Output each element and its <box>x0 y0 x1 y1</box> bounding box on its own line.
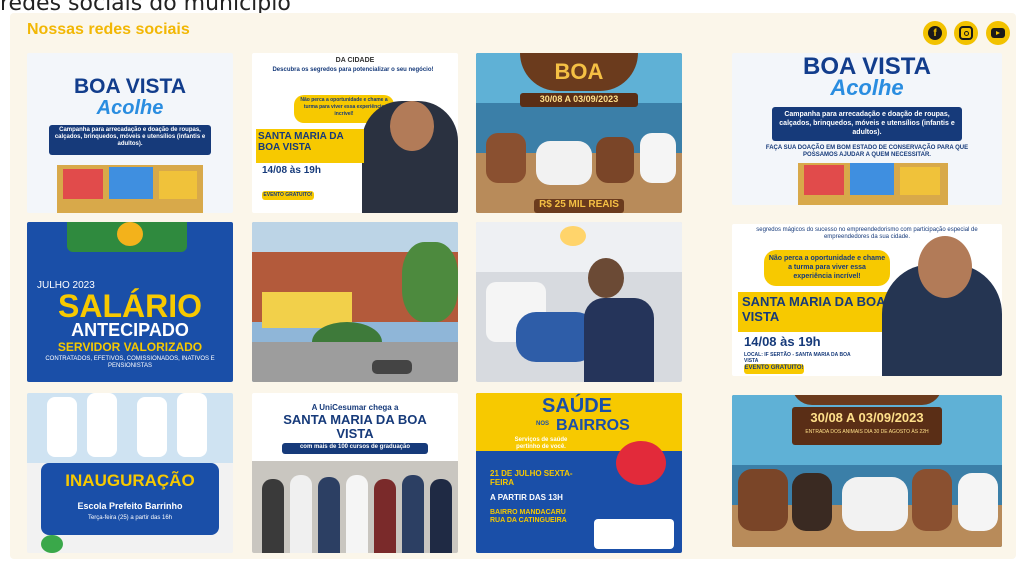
post-subtitle: Acolhe <box>96 97 164 119</box>
post-title: BOA <box>554 59 604 84</box>
post-boa-vista-acolhe-large[interactable]: BOA VISTA Acolhe Campanha para arrecadaç… <box>732 53 1002 205</box>
facebook-icon: f <box>928 26 942 40</box>
post-dates: 30/08 A 03/09/2023 <box>539 94 619 104</box>
post-kicker: DA CIDADE <box>335 57 375 64</box>
post-footer: FAÇA SUA DOAÇÃO EM BOM ESTADO DE CONSERV… <box>765 145 969 158</box>
post-inauguracao-escola[interactable]: INAUGURAÇÃO Escola Prefeito Barrinho Ter… <box>27 393 233 553</box>
post-subheadline: ANTECIPADO <box>71 320 189 340</box>
youtube-icon <box>991 28 1005 38</box>
post-subtitle: com mais de 100 cursos de graduação <box>299 444 411 450</box>
post-title-nos: NOS <box>536 421 550 427</box>
social-media-section: Nossas redes sociais f BOA VISTA Acolhe … <box>10 13 1016 559</box>
post-title: SAÚDE <box>542 395 613 417</box>
post-subtitle: ENTRADA DOS ANIMAIS DIA 30 DE AGOSTO ÀS … <box>805 429 929 435</box>
post-kicker: A UniCesumar chega a <box>311 403 399 412</box>
post-salario-antecipado[interactable]: JULHO 2023 SALÁRIO ANTECIPADO SERVIDOR V… <box>27 222 233 382</box>
post-city: SANTA MARIA DA BOA VISTA <box>283 412 427 441</box>
post-date: 14/08 às 19h <box>262 165 321 176</box>
section-title: Nossas redes sociais <box>27 21 190 38</box>
post-expo-boa-large[interactable]: 30/08 A 03/09/2023 ENTRADA DOS ANIMAIS D… <box>732 395 1002 547</box>
post-callout: Não perca a oportunidade e chame a turma… <box>768 255 886 280</box>
post-time: A PARTIR DAS 13H <box>490 493 563 502</box>
post-badge: EVENTO GRATUITO! <box>263 192 313 198</box>
post-place: BAIRRO MANDACARU RUA DA CATINGUEIRA <box>490 509 567 524</box>
post-empreendedorismo-event[interactable]: DA CIDADE Descubra os segredos para pote… <box>252 53 458 213</box>
post-title: INAUGURAÇÃO <box>65 471 195 490</box>
post-subtitle: Acolhe <box>830 75 904 100</box>
post-footer: CONTRATADOS, EFETIVOS, COMISSIONADOS, IN… <box>45 356 215 369</box>
instagram-link[interactable] <box>954 21 978 45</box>
post-city: SANTA MARIA DA BOA VISTA <box>742 294 885 324</box>
post-photo-dentist[interactable] <box>476 222 682 382</box>
post-tagline: Serviços de saúde pertinho de você. <box>514 437 568 450</box>
post-empreendedorismo-large[interactable]: segredos mágicos do sucesso no empreende… <box>732 224 1002 376</box>
post-description: Campanha para arrecadação e doação de ro… <box>779 111 955 136</box>
post-location: LOCAL: IF SERTÃO - SANTA MARIA DA BOA VI… <box>744 352 851 364</box>
post-when: Terça-feira (25) a partir das 16h <box>87 515 173 521</box>
youtube-link[interactable] <box>986 21 1010 45</box>
post-photo-school-aerial[interactable] <box>252 222 458 382</box>
post-description: Campanha para arrecadação e doação de ro… <box>54 127 206 147</box>
post-boa-vista-acolhe[interactable]: BOA VISTA Acolhe Campanha para arrecadaç… <box>27 53 233 213</box>
post-headline: Descubra os segredos para potencializar … <box>272 67 434 73</box>
post-title: BOA VISTA <box>73 75 186 98</box>
post-city: SANTA MARIA DA BOA VISTA <box>258 131 344 153</box>
post-date: 21 DE JULHO SEXTA-FEIRA <box>490 469 573 487</box>
post-expo-boa[interactable]: BOA 30/08 A 03/09/2023 R$ 25 MIL REAIS <box>476 53 682 213</box>
post-school: Escola Prefeito Barrinho <box>77 501 183 511</box>
post-dates: 30/08 A 03/09/2023 <box>810 410 924 425</box>
post-tagline: SERVIDOR VALORIZADO <box>57 340 203 354</box>
post-badge: EVENTO GRATUITO! <box>744 365 804 371</box>
post-saude-nos-bairros[interactable]: SAÚDE NOS BAIRROS Serviços de saúde pert… <box>476 393 682 553</box>
instagram-icon <box>959 26 973 40</box>
post-prize: R$ 25 MIL REAIS <box>539 199 619 210</box>
facebook-link[interactable]: f <box>923 21 947 45</box>
post-date: 14/08 às 19h <box>744 334 821 349</box>
post-title-bairros: BAIRROS <box>556 417 630 434</box>
post-unicesumar[interactable]: A UniCesumar chega a SANTA MARIA DA BOA … <box>252 393 458 553</box>
